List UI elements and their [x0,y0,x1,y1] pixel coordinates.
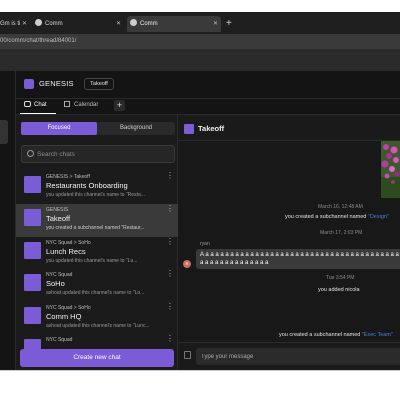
community-rail [0,71,16,370]
system-text: you created a subchannel named [279,332,362,338]
chat-list-item[interactable]: NYC Squad > SoHo Comm HQ ashoat updated … [16,302,178,335]
segment-focused[interactable]: Focused [21,122,97,135]
chat-breadcrumb: GENESIS [46,207,69,213]
new-tab-button[interactable]: + [226,16,232,32]
chat-preview: ashoat updated this channel's name to "L… [46,323,150,329]
close-tab-icon[interactable]: ✕ [213,16,218,32]
window-bottom-edge [0,370,400,371]
chat-name: SoHo [46,279,65,288]
conversation-title: Takeoff [198,124,225,133]
more-options-icon[interactable]: ⋮ [166,205,174,213]
flower-image-attachment[interactable] [381,141,400,198]
chat-name: Lunch Recs [46,247,86,256]
chat-list-item[interactable]: NYC Squad SoHo ashoat updated this chann… [16,269,178,302]
workspace-name[interactable]: GENESIS [39,78,74,90]
favicon-icon [130,18,137,26]
calendar-icon [64,101,70,107]
channel-avatar-icon [184,124,194,134]
search-input[interactable] [37,147,171,161]
chat-preview: you updated this channel's name to "Rest… [46,192,145,198]
create-new-chat-button[interactable]: Create new chat [20,349,174,367]
chat-avatar [24,274,41,291]
message-input[interactable] [201,349,391,364]
tab-chat[interactable]: Chat [34,101,47,109]
screen: Gm is ti ✕ Comm ✕ Comm ✕ + 00/comm/chat/… [0,0,400,400]
system-message: you created a subchannel named "Exec Tea… [279,332,393,339]
browser-tab[interactable]: Comm ✕ [32,16,124,32]
system-message: you added nicola [318,287,360,293]
image-upload-icon[interactable] [184,351,191,359]
close-tab-icon[interactable]: ✕ [116,16,121,32]
chat-breadcrumb: NYC Squad > SoHo [46,305,91,311]
chat-name: Restaurants Onboarding [46,181,128,190]
timestamp: March 16, 12:48 AM [318,204,363,210]
timestamp: Tue 3:54 PM [326,275,355,281]
chat-avatar [24,209,41,226]
chat-list-item[interactable]: GENESIS > Takeoff Restaurants Onboarding… [16,171,178,204]
channel-link[interactable]: "Exec Team" [362,332,393,338]
chat-name: Takeoff [46,214,71,223]
chat-preview: ashoat updated this channel's name to "L… [46,290,145,296]
chat-breadcrumb: NYC Squad > SoHo [46,240,91,246]
message-text: A a a a a a a a a a a a a a a a a a a a … [200,252,399,266]
chat-preview: you created a subchannel named "Restaur.… [46,225,145,231]
message-sender: ryan [200,241,210,247]
chat-preview: you updated this channel's name to "Lu..… [46,258,138,264]
more-options-icon[interactable]: ⋮ [166,335,174,343]
chat-avatar [24,307,41,324]
chat-list-item[interactable]: NYC Squad > SoHo Lunch Recs you updated … [16,237,178,270]
chat-list-item[interactable]: NYC Squad ⋮ [16,334,178,349]
system-message: you created a subchannel named "Design" [285,214,389,221]
more-options-icon[interactable]: ⋮ [166,270,174,278]
chat-breadcrumb: NYC Squad [46,337,73,343]
tab-title: Comm [45,21,63,27]
chat-avatar [24,339,41,349]
workspace-avatar-icon [24,79,34,89]
rail-active-indicator[interactable] [0,120,8,144]
tab-calendar[interactable]: Calendar [74,101,98,109]
chat-avatar [24,176,41,193]
url-text[interactable]: 00/comm/chat/thread/84001/ [0,36,76,46]
browser-tab-active[interactable]: Comm ✕ [127,16,221,32]
add-tab-button[interactable]: + [114,100,125,111]
tab-title: Comm [140,21,158,27]
favicon-icon [35,18,42,26]
tab-title: Gm is ti [0,21,21,27]
more-options-icon[interactable]: ⋮ [166,238,174,246]
message-list [178,141,400,342]
chat-bubble-icon [24,101,31,107]
channel-link[interactable]: "Design" [368,214,389,220]
chat-name: Comm HQ [46,312,82,321]
chat-avatar [24,242,41,259]
more-options-icon[interactable]: ⋮ [166,303,174,311]
segment-background[interactable]: Background [98,122,174,135]
channel-chip[interactable]: Takeoff [84,78,114,90]
system-text: you created a subchannel named [285,214,368,220]
close-tab-icon[interactable]: ✕ [22,16,27,32]
bookmark-bar [0,49,400,71]
browser-tab[interactable]: Gm is ti ✕ [0,16,30,32]
search-icon [27,150,34,157]
user-avatar[interactable]: R [183,260,191,268]
timestamp: March 17, 2:03 PM [320,230,363,236]
chat-breadcrumb: GENESIS > Takeoff [46,174,90,180]
more-options-icon[interactable]: ⋮ [166,172,174,180]
chat-list-item-active[interactable]: GENESIS Takeoff you created a subchannel… [16,204,178,237]
chat-breadcrumb: NYC Squad [46,272,73,278]
